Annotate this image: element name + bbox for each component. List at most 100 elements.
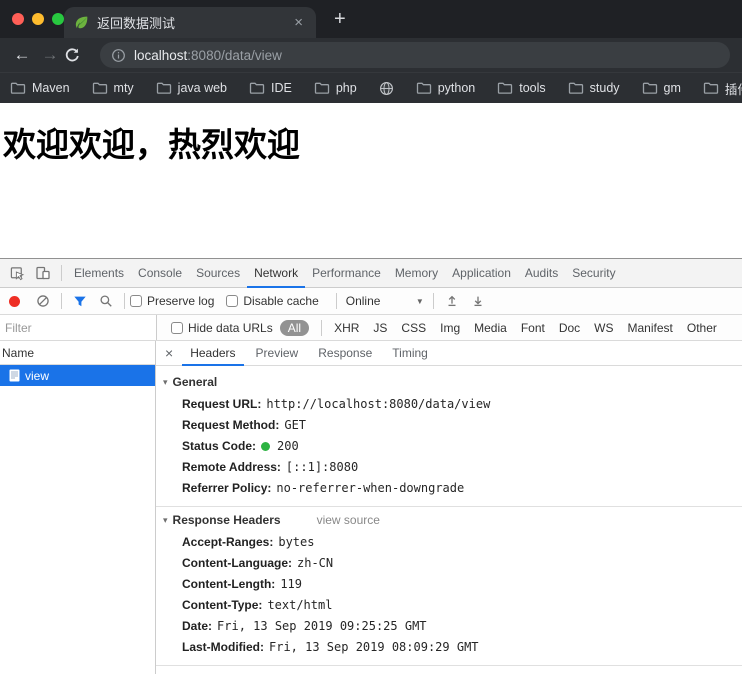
- filter-type-xhr[interactable]: XHR: [334, 321, 359, 335]
- back-button[interactable]: ←: [8, 45, 36, 65]
- filter-all-pill[interactable]: All: [280, 320, 309, 336]
- bookmark-folder-tools[interactable]: tools: [497, 81, 545, 95]
- url-bar[interactable]: localhost:8080/data/view: [100, 42, 730, 68]
- bookmark-label: python: [438, 81, 476, 95]
- tab-application[interactable]: Application: [445, 259, 518, 288]
- request-row-view[interactable]: view: [0, 365, 155, 386]
- name-column-header[interactable]: Name: [0, 341, 155, 365]
- bookmark-folder-study[interactable]: study: [568, 81, 620, 95]
- record-icon[interactable]: [9, 296, 20, 307]
- header-value: 119: [280, 577, 302, 591]
- header-value: Fri, 13 Sep 2019 09:25:25 GMT: [217, 619, 427, 633]
- inspect-element-icon[interactable]: [4, 259, 30, 287]
- filter-type-doc[interactable]: Doc: [559, 321, 580, 335]
- bookmark-folder-maven[interactable]: Maven: [10, 81, 70, 95]
- request-headers-section-header[interactable]: ▾ Request Headers view source: [156, 666, 742, 674]
- header-row: Remote Address:[::1]:8080: [156, 457, 742, 478]
- header-value: GET: [284, 418, 306, 432]
- filter-type-css[interactable]: CSS: [401, 321, 426, 335]
- hide-data-urls-checkbox[interactable]: [171, 322, 183, 334]
- zoom-window-button[interactable]: [52, 13, 64, 25]
- header-value: http://localhost:8080/data/view: [266, 397, 490, 411]
- bookmark-folder-mty[interactable]: mty: [92, 81, 134, 95]
- status-dot: [261, 442, 270, 451]
- throttling-dropdown[interactable]: Online ▼: [346, 294, 424, 308]
- tab-security[interactable]: Security: [565, 259, 622, 288]
- bookmark-folder-java-web[interactable]: java web: [156, 81, 227, 95]
- bookmark-folder-ide[interactable]: IDE: [249, 81, 292, 95]
- spring-leaf-icon: [74, 15, 89, 30]
- detail-tab-response[interactable]: Response: [310, 341, 380, 366]
- info-icon[interactable]: [111, 48, 126, 63]
- divider: [124, 293, 125, 309]
- bookmark-folder-gm[interactable]: gm: [642, 81, 681, 95]
- tab-close-icon[interactable]: ×: [291, 14, 306, 31]
- detail-tab-headers[interactable]: Headers: [182, 341, 243, 366]
- header-row: Request Method: GET: [156, 415, 742, 436]
- filter-funnel-icon[interactable]: [67, 288, 93, 314]
- devtools-panel: Elements Console Sources Network Perform…: [0, 258, 742, 674]
- tab-performance[interactable]: Performance: [305, 259, 388, 288]
- minimize-window-button[interactable]: [32, 13, 44, 25]
- browser-tab[interactable]: 返回数据测试 ×: [64, 7, 316, 38]
- forward-button[interactable]: →: [36, 45, 64, 65]
- hide-data-urls-label: Hide data URLs: [188, 321, 273, 335]
- bookmark-globe[interactable]: [379, 81, 394, 96]
- url-path: :8080/data/view: [187, 48, 282, 63]
- network-toolbar: Preserve log Disable cache Online ▼: [0, 288, 742, 315]
- device-toolbar-icon[interactable]: [30, 259, 56, 287]
- header-label: Content-Length:: [182, 577, 275, 591]
- detail-tab-preview[interactable]: Preview: [248, 341, 307, 366]
- detail-tab-timing[interactable]: Timing: [384, 341, 436, 366]
- bookmark-label: java web: [178, 81, 227, 95]
- search-icon[interactable]: [93, 288, 119, 314]
- tab-sources[interactable]: Sources: [189, 259, 247, 288]
- view-source-link[interactable]: view source: [317, 513, 380, 527]
- close-window-button[interactable]: [12, 13, 24, 25]
- header-value: [::1]:8080: [286, 460, 358, 474]
- tab-console[interactable]: Console: [131, 259, 189, 288]
- filter-input[interactable]: [0, 315, 157, 340]
- general-section-header[interactable]: ▾ General: [156, 369, 742, 394]
- bookmarks-bar: Maven mty java web IDE php python tools …: [0, 72, 742, 103]
- url-text: localhost:8080/data/view: [134, 48, 282, 63]
- request-name: view: [25, 369, 49, 383]
- clear-icon[interactable]: [30, 288, 56, 314]
- disable-cache-label: Disable cache: [243, 294, 318, 308]
- tab-elements[interactable]: Elements: [67, 259, 131, 288]
- bookmark-folder-php[interactable]: php: [314, 81, 357, 95]
- divider: [61, 293, 62, 309]
- tab-audits[interactable]: Audits: [518, 259, 565, 288]
- disable-cache-checkbox[interactable]: [226, 295, 238, 307]
- page-heading: 欢迎欢迎，热烈欢迎: [0, 103, 742, 166]
- bookmark-label: Maven: [32, 81, 70, 95]
- tab-memory[interactable]: Memory: [388, 259, 445, 288]
- preserve-log-checkbox[interactable]: [130, 295, 142, 307]
- header-row: Status Code:200: [156, 436, 742, 457]
- close-icon[interactable]: ×: [156, 345, 182, 361]
- export-har-icon[interactable]: [465, 288, 491, 314]
- new-tab-button[interactable]: +: [328, 6, 352, 32]
- filter-type-img[interactable]: Img: [440, 321, 460, 335]
- import-har-icon[interactable]: [439, 288, 465, 314]
- filter-type-other[interactable]: Other: [687, 321, 717, 335]
- header-row: Referrer Policy:no-referrer-when-downgra…: [156, 478, 742, 499]
- filter-type-manifest[interactable]: Manifest: [628, 321, 673, 335]
- bookmark-folder-python[interactable]: python: [416, 81, 476, 95]
- bookmark-label: study: [590, 81, 620, 95]
- bookmark-label: IDE: [271, 81, 292, 95]
- reload-button[interactable]: [64, 47, 92, 63]
- header-label: Request Method:: [182, 418, 279, 432]
- tab-network[interactable]: Network: [247, 259, 305, 288]
- filter-type-ws[interactable]: WS: [594, 321, 613, 335]
- address-toolbar: ← → localhost:8080/data/view: [0, 38, 742, 72]
- filter-type-font[interactable]: Font: [521, 321, 545, 335]
- bookmark-folder-plugin[interactable]: 插件: [703, 79, 742, 98]
- header-label: Referrer Policy:: [182, 481, 271, 495]
- header-row: Content-Length: 119: [156, 574, 742, 595]
- page-content: 欢迎欢迎，热烈欢迎: [0, 103, 742, 258]
- response-headers-section-header[interactable]: ▾ Response Headers view source: [156, 507, 742, 532]
- filter-type-js[interactable]: JS: [373, 321, 387, 335]
- bookmark-label: 插件: [725, 79, 742, 98]
- filter-type-media[interactable]: Media: [474, 321, 507, 335]
